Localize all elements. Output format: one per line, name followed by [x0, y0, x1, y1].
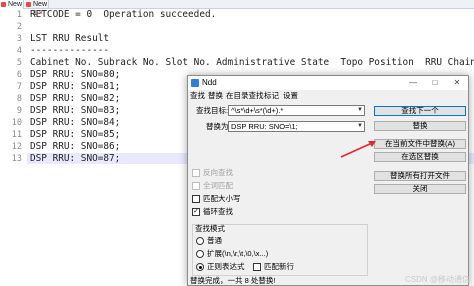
replace-button[interactable]: 替换 [374, 121, 466, 131]
tab-find[interactable]: 查找 [190, 90, 205, 101]
normal-label: 普通 [207, 236, 222, 245]
tab-new-0[interactable]: New 0× [0, 0, 24, 17]
minimize-icon[interactable]: — [402, 76, 424, 90]
watermark: CSDN @移动通信 [404, 275, 470, 284]
line-number: 8 [16, 94, 22, 104]
line-number: 1 [16, 10, 22, 20]
find-replace-dialog: Ndd — □ ✕ 查找 替换 在目录查找 标记 设置 查找目标: ^\s*\d… [187, 75, 469, 286]
replace-all-open-button[interactable]: 替换所有打开文件 [374, 171, 466, 181]
line-number: 11 [11, 130, 22, 140]
replace-input[interactable]: DSP RRU: SNO=\1; ▼ [228, 121, 365, 132]
code-line: DSP RRU: SNO=80; [30, 69, 121, 80]
line-number: 6 [16, 70, 22, 80]
find-next-button[interactable]: 查找下一个 [374, 106, 466, 116]
maximize-icon[interactable]: □ [424, 76, 446, 90]
code-line: Cabinet No. Subrack No. Slot No. Adminis… [30, 57, 474, 68]
line-number: 3 [16, 34, 22, 44]
tab-settings[interactable]: 设置 [283, 90, 298, 101]
search-mode-group: 查找模式 普通 扩展(\n,\r,\t,\0,\x...) 正则表达式 匹配新行 [192, 224, 368, 276]
find-value: ^\s*\d+\s*(\d+).* [231, 106, 284, 115]
chevron-down-icon[interactable]: ▼ [357, 122, 363, 131]
code-line: DSP RRU: SNO=86; [30, 141, 121, 152]
replace-value: DSP RRU: SNO=\1; [231, 122, 298, 131]
normal-radio[interactable] [196, 237, 204, 245]
file-modified-icon [26, 2, 31, 7]
extended-radio[interactable] [196, 250, 204, 258]
replace-all-current-button[interactable]: 在当前文件中替换(A) [374, 139, 466, 149]
code-line: DSP RRU: SNO=85; [30, 129, 121, 140]
line-number: 2 [16, 22, 22, 32]
tab-find-in-dir[interactable]: 在目录查找 [226, 90, 264, 101]
tab-mark[interactable]: 标记 [264, 90, 279, 101]
dialog-title: Ndd [202, 78, 217, 87]
regex-label: 正则表达式 [207, 262, 245, 271]
line-number: 13 [11, 154, 22, 164]
dot-newline-checkbox[interactable] [253, 263, 261, 271]
close-icon[interactable]: ✕ [446, 76, 468, 90]
dialog-titlebar[interactable]: Ndd — □ ✕ [188, 76, 468, 90]
reverse-label: 反向查找 [203, 168, 233, 177]
file-modified-icon [1, 2, 6, 7]
line-number: 10 [11, 118, 22, 128]
chevron-down-icon[interactable]: ▼ [357, 106, 363, 115]
dialog-tabs: 查找 替换 在目录查找 标记 设置 [188, 90, 468, 101]
search-mode-title: 查找模式 [195, 224, 225, 233]
line-number: 9 [16, 106, 22, 116]
tab-new-1[interactable]: New 1 × [25, 0, 49, 17]
editor-tab-bar: New 0× New 1× [0, 0, 474, 17]
app-icon [191, 79, 199, 87]
match-case-label: 匹配大小写 [203, 194, 241, 203]
reverse-checkbox[interactable] [192, 169, 200, 177]
status-text: 替换完成，一共 8 处替换! [190, 276, 276, 285]
code-line: DSP RRU: SNO=82; [30, 93, 121, 104]
dot-newline-label: 匹配新行 [264, 262, 294, 271]
replace-label: 替换为: [206, 122, 231, 131]
code-line: DSP RRU: SNO=84; [30, 117, 121, 128]
wrap-label: 循环查找 [203, 207, 233, 216]
close-button[interactable]: 关闭 [374, 184, 466, 194]
code-line: RETCODE = 0 Operation succeeded. [30, 9, 217, 20]
find-label: 查找目标: [196, 106, 229, 115]
match-case-checkbox[interactable] [192, 195, 200, 203]
code-line: DSP RRU: SNO=81; [30, 81, 121, 92]
regex-radio[interactable] [196, 263, 204, 271]
code-line: -------------- [30, 45, 110, 56]
extended-label: 扩展(\n,\r,\t,\0,\x...) [207, 249, 269, 258]
whole-word-label: 全词匹配 [203, 181, 233, 190]
line-number: 7 [16, 82, 22, 92]
tab-replace[interactable]: 替换 [208, 90, 223, 101]
line-number-gutter: 1 2 3 4 5 6 7 8 9 10 11 12 13 [0, 9, 27, 286]
code-line: DSP RRU: SNO=87; [30, 153, 121, 164]
line-number: 4 [16, 46, 22, 56]
wrap-checkbox[interactable]: ✓ [192, 208, 200, 216]
find-input[interactable]: ^\s*\d+\s*(\d+).* ▼ [228, 105, 365, 116]
line-number: 5 [16, 58, 22, 68]
code-line: DSP RRU: SNO=83; [30, 105, 121, 116]
line-number: 12 [11, 142, 22, 152]
code-line: LST RRU Result [30, 33, 110, 44]
replace-in-selection-button[interactable]: 在选区替换 [374, 152, 466, 162]
whole-word-checkbox[interactable] [192, 182, 200, 190]
annotation-arrow-icon [340, 141, 376, 158]
